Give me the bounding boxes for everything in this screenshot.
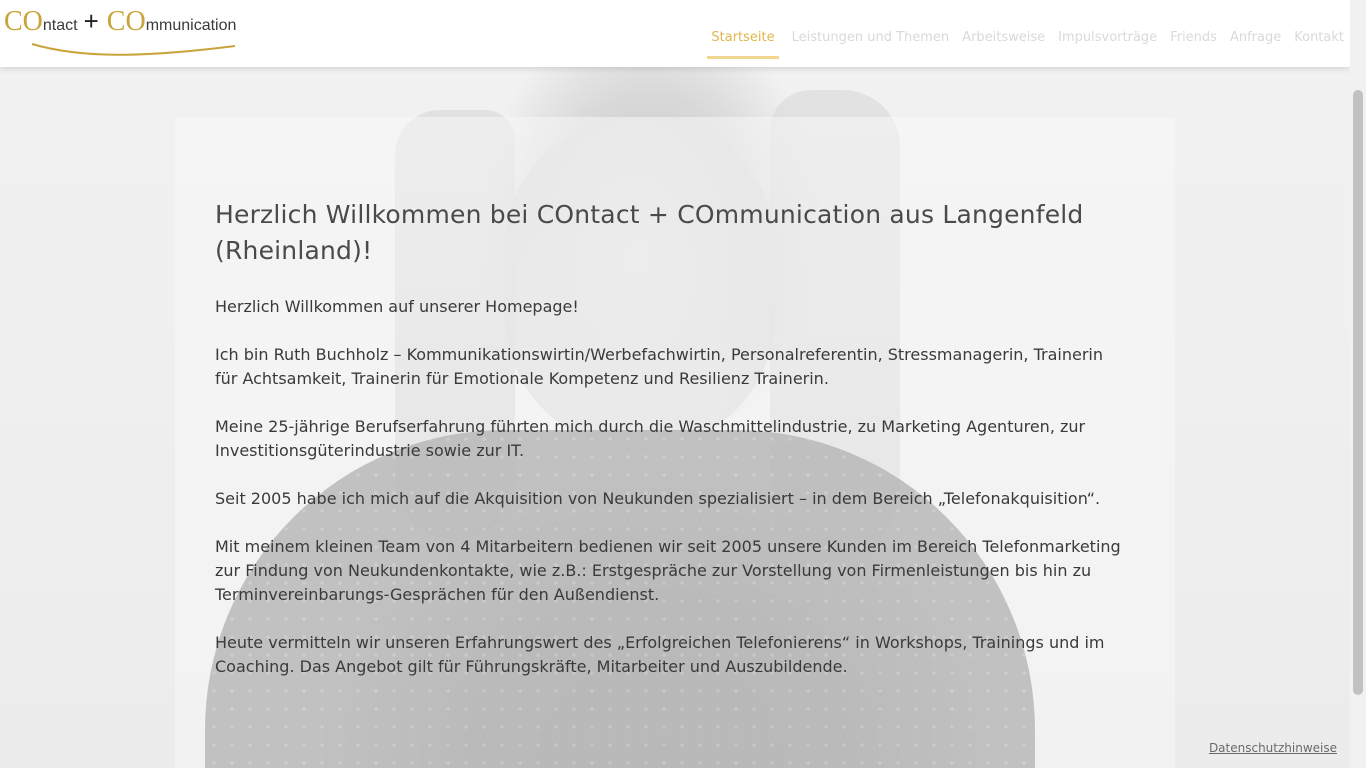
nav-item-anfrage[interactable]: Anfrage xyxy=(1230,30,1281,59)
content-body: Herzlich Willkommen bei COntact + COmmun… xyxy=(215,197,1125,703)
paragraph-offer: Heute vermitteln wir unseren Erfahrungsw… xyxy=(215,633,1105,676)
page: COntact + COmmunication Startseite Leistun… xyxy=(0,0,1366,768)
nav-item-leistungen-und-themen[interactable]: Leistungen und Themen xyxy=(792,30,950,59)
page-scrollbar[interactable] xyxy=(1350,0,1366,768)
nav-item-arbeitsweise[interactable]: Arbeitsweise xyxy=(962,30,1045,59)
page-heading: Herzlich Willkommen bei COntact + COmmun… xyxy=(215,200,1084,265)
nav-item-kontakt[interactable]: Kontakt xyxy=(1294,30,1344,59)
logo-ntact: ntact xyxy=(42,17,78,34)
logo-co-1: CO xyxy=(4,6,43,37)
logo-wordmark: COntact + COmmunication xyxy=(4,6,236,38)
scrollbar-thumb[interactable] xyxy=(1353,90,1363,695)
paragraph-specialization: Seit 2005 habe ich mich auf die Akquisit… xyxy=(215,489,1101,508)
privacy-notice-link[interactable]: Datenschutzhinweise xyxy=(1209,741,1337,755)
logo-mmunication: mmunication xyxy=(145,17,237,34)
nav-item-friends[interactable]: Friends xyxy=(1170,30,1217,59)
nav-item-startseite[interactable]: Startseite xyxy=(707,30,779,59)
content-panel: Herzlich Willkommen bei COntact + COmmun… xyxy=(175,117,1175,768)
main-navigation: Startseite Leistungen und Themen Arbeits… xyxy=(707,30,1344,59)
paragraph-welcome: Herzlich Willkommen auf unserer Homepage… xyxy=(215,297,579,316)
paragraph-experience: Meine 25-jährige Berufserfahrung führten… xyxy=(215,417,1086,460)
site-logo[interactable]: COntact + COmmunication xyxy=(4,6,254,58)
logo-plus: + xyxy=(83,6,99,36)
nav-item-impulsvortraege[interactable]: Impulsvorträge xyxy=(1058,30,1157,59)
logo-co-2: CO xyxy=(106,6,146,37)
site-header: COntact + COmmunication Startseite Leistun… xyxy=(0,0,1350,67)
logo-swoosh-icon xyxy=(31,43,236,56)
paragraph-introduction: Ich bin Ruth Buchholz – Kommunikationswi… xyxy=(215,345,1103,388)
paragraph-team: Mit meinem kleinen Team von 4 Mitarbeite… xyxy=(215,537,1121,604)
